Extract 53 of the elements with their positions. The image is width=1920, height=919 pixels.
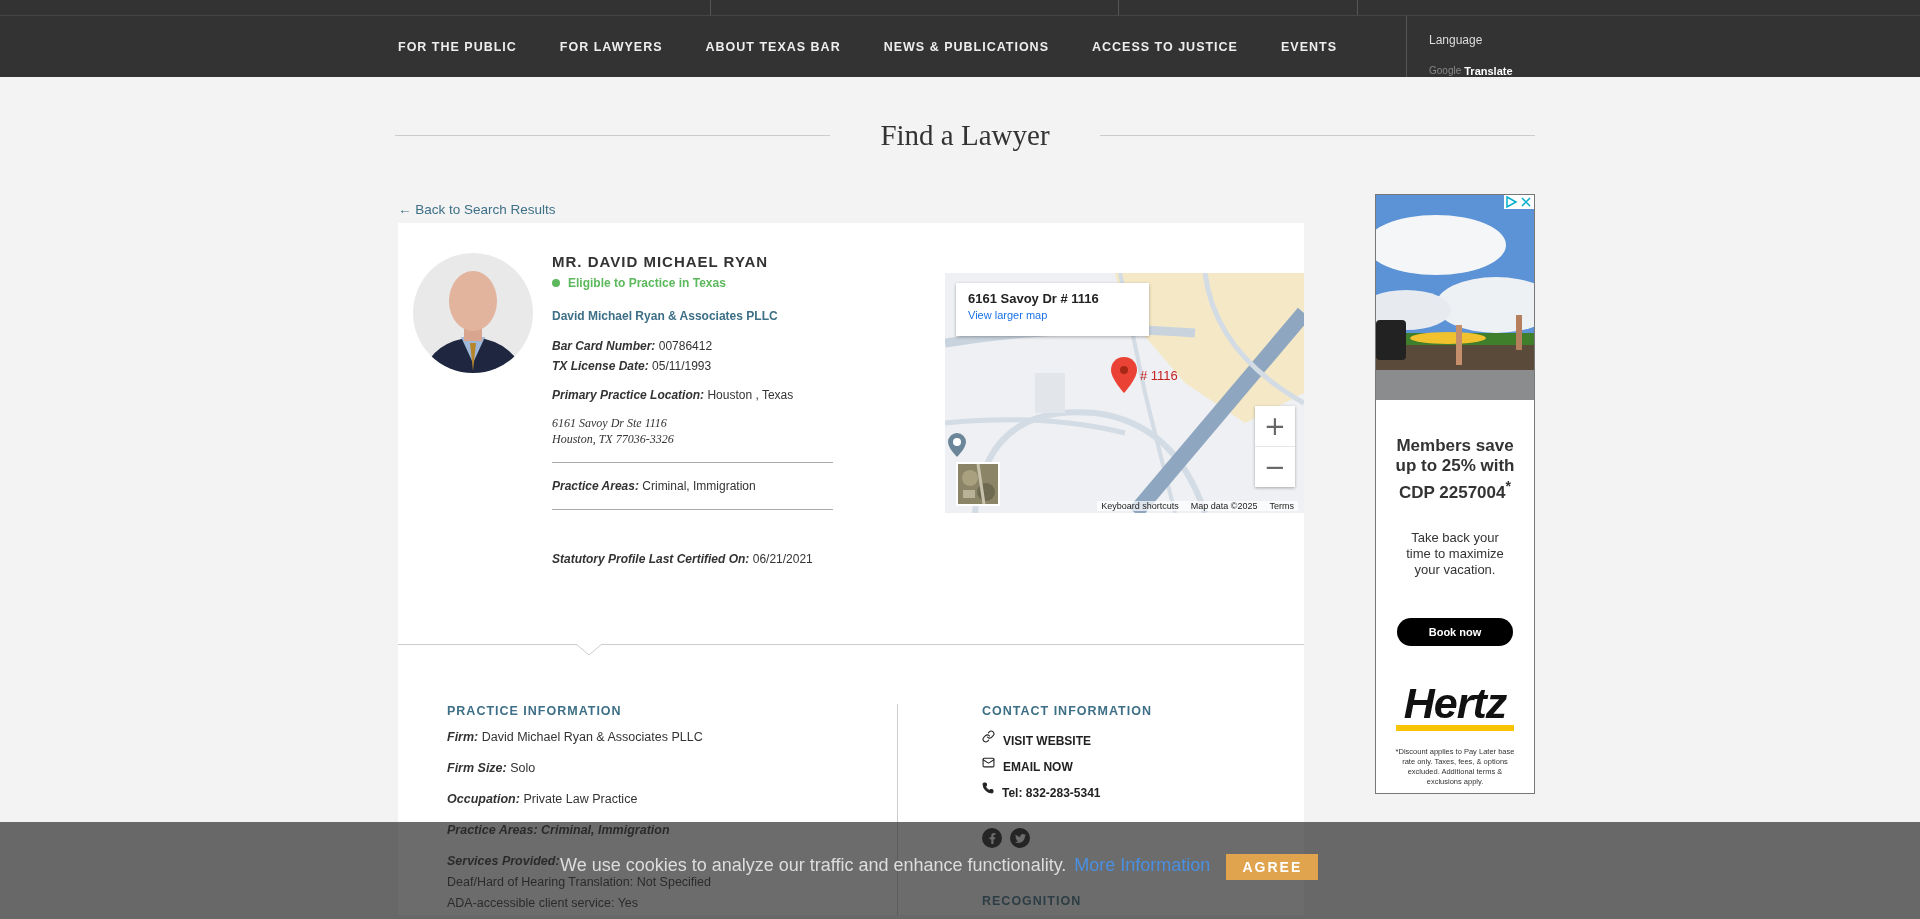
nav-link[interactable]: NEWS & PUBLICATIONS: [883, 39, 1049, 54]
firm-link[interactable]: David Michael Ryan & Associates PLLC: [552, 309, 833, 323]
map-place-name: 6161 Savoy Dr # 1116: [968, 291, 1100, 306]
street-view-icon[interactable]: [947, 433, 967, 457]
mail-icon: [982, 756, 995, 769]
section-heading: RECOGNITION: [982, 894, 1083, 908]
zoom-in-button[interactable]: +: [1255, 406, 1295, 447]
nav-link[interactable]: ACCESS TO JUSTICE: [1092, 39, 1238, 54]
map-pin-icon[interactable]: [1111, 357, 1137, 393]
lawyer-name: MR. DAVID MICHAEL RYAN: [552, 253, 770, 270]
cookie-message: We use cookies to analyze our traffic and enhance functionality.: [560, 855, 1067, 874]
profile-field: Statutory Profile Last Certified On: 06/21/2021: [552, 552, 833, 566]
phone-icon: [982, 782, 994, 794]
view-larger-map-link[interactable]: View larger map: [968, 309, 1149, 321]
service-entry: ADA-accessible client service: Yes: [447, 896, 639, 910]
profile-field: Bar Card Number: 00786412: [552, 339, 833, 353]
ad-body-text: Take back your time to maximize your vacation.: [1405, 529, 1505, 578]
map-marker-label: # 1116: [1140, 368, 1178, 383]
map-attribution-link[interactable]: Map data ©2025: [1190, 501, 1258, 511]
contact-link[interactable]: VISIT WEBSITE: [982, 730, 1304, 747]
nav-link[interactable]: EVENTS: [1280, 39, 1337, 54]
zoom-out-button[interactable]: −: [1255, 447, 1295, 487]
service-entry: Deaf/Hard of Hearing Translation: Not Specified: [447, 875, 712, 889]
back-link[interactable]: ← Back to Search Results: [398, 202, 556, 217]
facebook-icon[interactable]: [982, 828, 1002, 848]
ad-headline: Members save up to 25% with CDP 2257004$^{*}$: [1394, 436, 1516, 503]
street-address: 6161 Savoy Dr Ste 1116 Houston, TX 77036-3326: [552, 415, 675, 447]
nav-link[interactable]: FOR LAWYERS: [559, 39, 663, 54]
brand-logo: Hertz: [1403, 682, 1507, 723]
map-attribution-link[interactable]: Terms: [1269, 501, 1294, 511]
language-label: Language: [1429, 33, 1484, 47]
twitter-icon[interactable]: [1010, 828, 1030, 848]
page-title: Find a Lawyer: [880, 119, 1050, 152]
section-heading: CONTACT INFORMATION: [982, 704, 1153, 718]
ad-choices-icon[interactable]: [1504, 195, 1534, 209]
contact-link[interactable]: Tel: 832-283-5341: [982, 782, 1304, 799]
profile-field: Primary Practice Location: Houston , Texas: [552, 388, 833, 402]
link-icon: [982, 730, 995, 743]
practice-field: Practice Areas: Criminal, Immigration: [447, 823, 670, 837]
eligibility-status: Eligible to Practice in Texas: [568, 276, 726, 290]
nav-link[interactable]: ABOUT TEXAS BAR: [705, 39, 841, 54]
practice-field: Firm: David Michael Ryan & Associates PLLC: [447, 730, 703, 744]
section-heading: PRACTICE INFORMATION: [447, 704, 623, 718]
practice-field: Occupation: Private Law Practice: [447, 792, 638, 806]
map-attribution-link[interactable]: Keyboard shortcuts: [1101, 501, 1179, 511]
services-label: Services Provided:: [447, 854, 560, 868]
profile-field: Practice Areas: Criminal, Immigration: [552, 479, 833, 493]
book-now-button[interactable]: Book now: [1397, 617, 1513, 646]
profile-field: TX License Date: 05/11/1993: [552, 359, 833, 373]
nav-link[interactable]: FOR THE PUBLIC: [398, 39, 517, 54]
practice-field: Firm Size: Solo: [447, 761, 536, 775]
contact-link[interactable]: EMAIL NOW: [982, 756, 1304, 773]
translate-link[interactable]: Google Translate: [1429, 67, 1920, 75]
